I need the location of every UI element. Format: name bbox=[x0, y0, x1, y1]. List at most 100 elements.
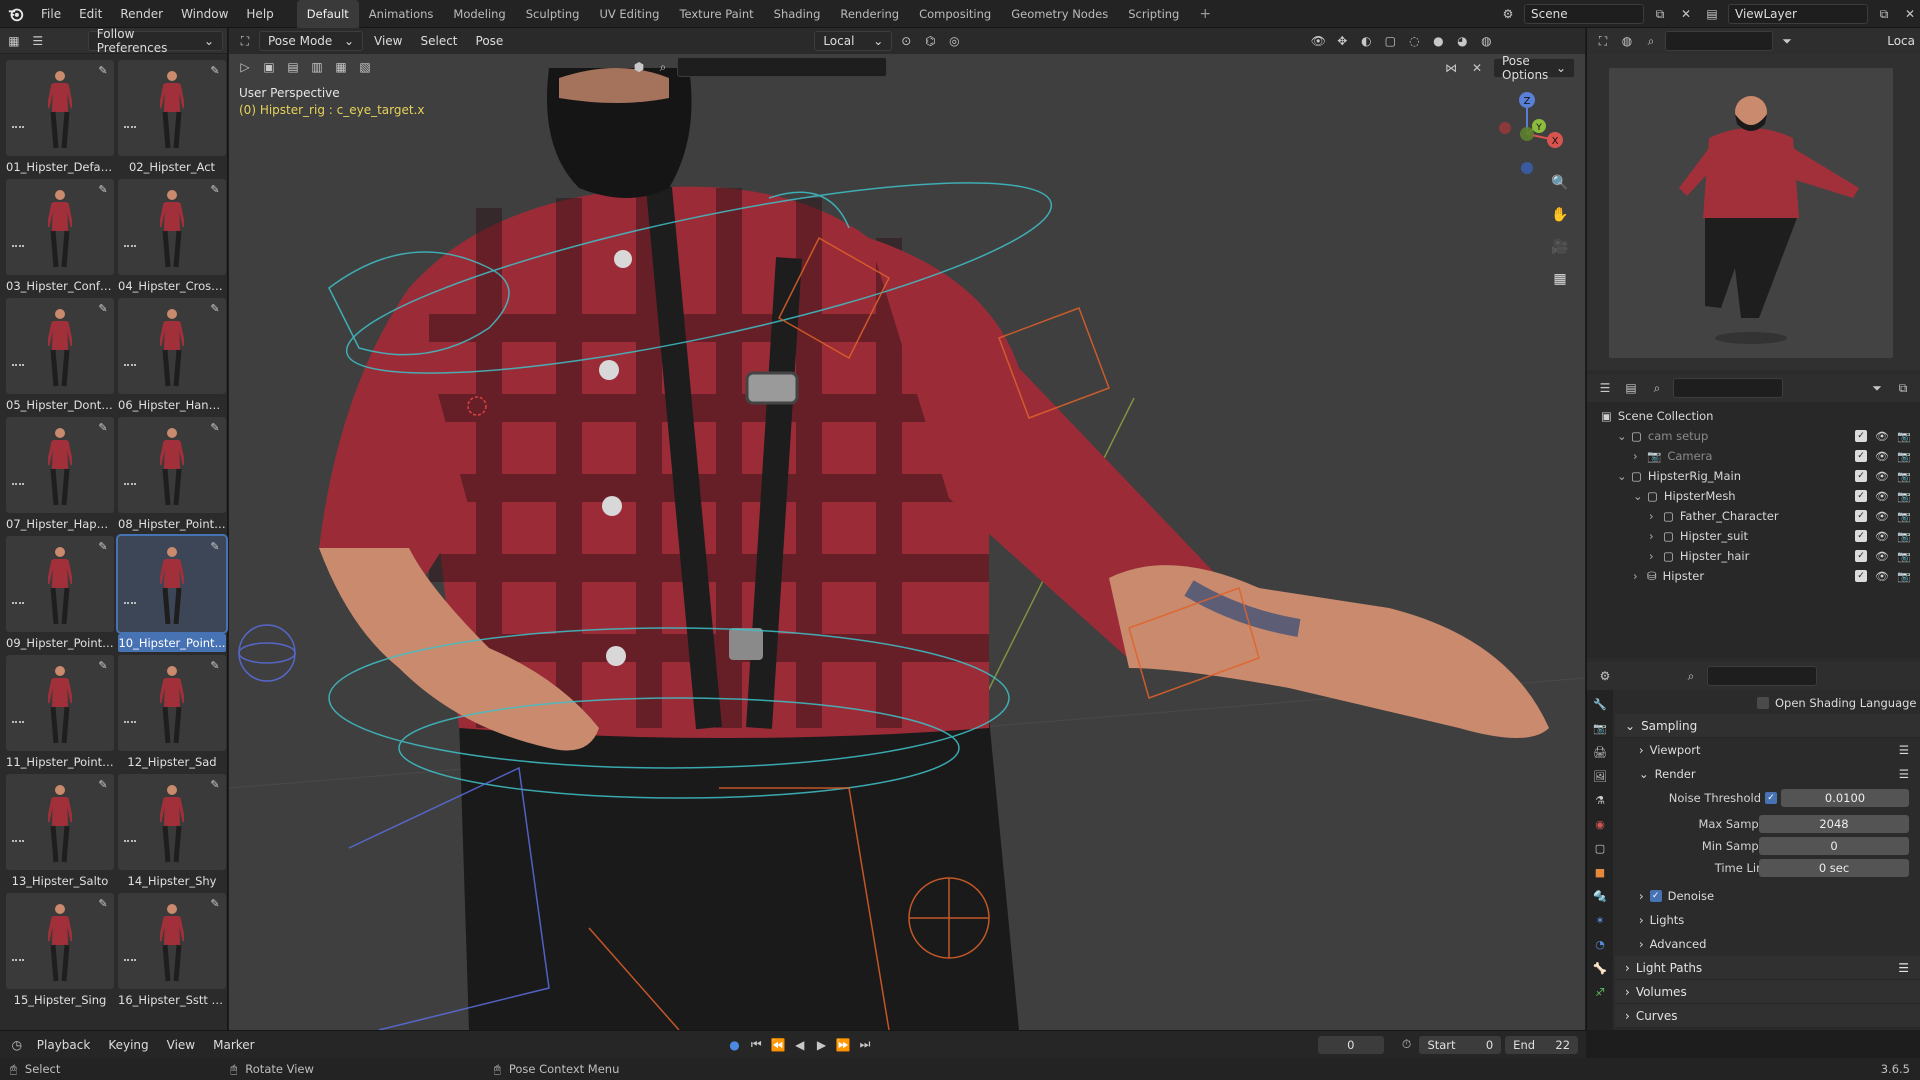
add-workspace-button[interactable]: + bbox=[1189, 0, 1221, 28]
tab-uv-editing[interactable]: UV Editing bbox=[589, 0, 669, 28]
menu-pose[interactable]: Pose bbox=[469, 30, 511, 52]
start-frame-field[interactable]: Start 0 bbox=[1419, 1035, 1502, 1054]
visibility-icon[interactable]: 👁 bbox=[1308, 31, 1328, 51]
new-view-layer-icon[interactable]: ⧉ bbox=[1874, 4, 1894, 24]
disclosure-triangle-icon[interactable]: › bbox=[1633, 449, 1647, 463]
filter-icon[interactable]: ⬢ bbox=[629, 57, 649, 77]
select-invert-icon[interactable]: ▦ bbox=[331, 57, 351, 77]
select-box-icon[interactable]: ▣ bbox=[259, 57, 279, 77]
solid-shading-icon[interactable]: ● bbox=[1428, 31, 1448, 51]
eye-icon[interactable]: 👁 bbox=[1875, 570, 1889, 583]
new-scene-icon[interactable]: ⧉ bbox=[1650, 4, 1670, 24]
data-tab-icon[interactable]: ♐ bbox=[1591, 984, 1609, 1002]
view-layer-tab-icon[interactable]: 🖼 bbox=[1591, 768, 1609, 786]
tab-sculpting[interactable]: Sculpting bbox=[516, 0, 590, 28]
exclude-checkbox[interactable]: ✓ bbox=[1855, 489, 1867, 502]
filter-icon[interactable]: ⏷ bbox=[1867, 378, 1887, 398]
viewport-scene[interactable] bbox=[229, 28, 1585, 1030]
sampling-section[interactable]: ⌄ Sampling bbox=[1615, 714, 1920, 738]
camera-view-icon[interactable]: 🎥 bbox=[1547, 234, 1573, 260]
object-tab-icon[interactable]: ■ bbox=[1591, 864, 1609, 882]
asset-thumbnail[interactable]: ✎ 15_Hipster_Sing bbox=[6, 893, 114, 1009]
exclude-checkbox[interactable]: ✓ bbox=[1855, 429, 1867, 442]
edit-pencil-icon[interactable]: ✎ bbox=[96, 64, 110, 78]
pivot-icon[interactable]: ⊙ bbox=[896, 31, 916, 51]
collection-tab-icon[interactable]: ▢ bbox=[1591, 840, 1609, 858]
asset-thumbnail[interactable]: ✎ 03_Hipster_Confu... bbox=[6, 179, 114, 295]
asset-thumbnail[interactable]: ✎ 13_Hipster_Salto bbox=[6, 774, 114, 890]
asset-thumbnail[interactable]: ✎ 02_Hipster_Act bbox=[118, 60, 226, 176]
eye-icon[interactable]: 👁 bbox=[1875, 430, 1889, 443]
volumes-section[interactable]: › Volumes bbox=[1615, 980, 1920, 1004]
current-frame-field[interactable]: 0 bbox=[1317, 1035, 1384, 1054]
asset-thumbnail[interactable]: ✎ 05_Hipster_Dont ... bbox=[6, 298, 114, 414]
remove-scene-icon[interactable]: ✕ bbox=[1676, 4, 1696, 24]
exclude-checkbox[interactable]: ✓ bbox=[1855, 509, 1867, 522]
editor-type-icon[interactable]: ⛶ bbox=[235, 31, 255, 51]
editor-type-icon[interactable]: ▦ bbox=[4, 31, 24, 51]
disclosure-triangle-icon[interactable]: › bbox=[1649, 549, 1663, 563]
exclude-checkbox[interactable]: ✓ bbox=[1855, 569, 1867, 582]
time-limit-field[interactable]: 0 sec bbox=[1759, 859, 1909, 877]
ortho-grid-icon[interactable]: ▦ bbox=[1547, 266, 1573, 292]
menu-file[interactable]: File bbox=[32, 0, 70, 28]
edit-pencil-icon[interactable]: ✎ bbox=[208, 64, 222, 78]
asset-thumbnail[interactable]: ✎ 01_Hipster_Default bbox=[6, 60, 114, 176]
tab-rendering[interactable]: Rendering bbox=[830, 0, 909, 28]
search-icon[interactable]: ⌕ bbox=[1641, 31, 1661, 51]
menu-render[interactable]: Render bbox=[111, 0, 172, 28]
camera-render-icon[interactable]: 📷 bbox=[1897, 510, 1911, 523]
menu-help[interactable]: Help bbox=[237, 0, 282, 28]
lights-subsection[interactable]: › Lights bbox=[1615, 908, 1920, 932]
select-subtract-icon[interactable]: ▥ bbox=[307, 57, 327, 77]
disclosure-triangle-icon[interactable]: › bbox=[1649, 529, 1663, 543]
min-samples-field[interactable]: 0 bbox=[1759, 837, 1909, 855]
disclosure-triangle-icon[interactable]: ⌄ bbox=[1617, 469, 1631, 483]
menu-keying[interactable]: Keying bbox=[101, 1034, 155, 1056]
clock-icon[interactable]: ⏱ bbox=[1398, 1035, 1416, 1055]
view-layer-icon[interactable]: ▤ bbox=[1702, 4, 1722, 24]
render-subsection[interactable]: ⌄ Render ☰ bbox=[1615, 762, 1920, 786]
eye-icon[interactable]: 👁 bbox=[1875, 490, 1889, 503]
asset-thumbnail[interactable]: ✎ 07_Hipster_Happ... bbox=[6, 417, 114, 533]
bone-tab-icon[interactable]: 🦴 bbox=[1591, 960, 1609, 978]
asset-thumbnail[interactable]: ✎ 16_Hipster_Sstt 01 bbox=[118, 893, 226, 1009]
editor-type-icon[interactable]: ⚙ bbox=[1595, 666, 1615, 686]
gizmo-icon[interactable]: ✥ bbox=[1332, 31, 1352, 51]
editor-type-icon[interactable]: ◷ bbox=[8, 1035, 26, 1055]
material-shading-icon[interactable]: ◕ bbox=[1452, 31, 1472, 51]
particles-tab-icon[interactable]: ✶ bbox=[1591, 912, 1609, 930]
disclosure-triangle-icon[interactable]: ⌄ bbox=[1633, 489, 1647, 503]
light-paths-section[interactable]: › Light Paths ☰ bbox=[1615, 956, 1920, 980]
eye-icon[interactable]: 👁 bbox=[1875, 530, 1889, 543]
noise-threshold-field[interactable]: 0.0100 bbox=[1781, 789, 1909, 807]
world-tab-icon[interactable]: ◉ bbox=[1591, 816, 1609, 834]
menu-playback[interactable]: Playback bbox=[30, 1034, 98, 1056]
mode-dropdown[interactable]: Pose Mode ⌄ bbox=[259, 31, 363, 51]
list-icon[interactable]: ☰ bbox=[1898, 961, 1909, 975]
sphere-icon[interactable]: ◍ bbox=[1617, 31, 1637, 51]
list-icon[interactable]: ☰ bbox=[1899, 767, 1909, 781]
record-icon[interactable]: ● bbox=[726, 1035, 744, 1055]
menu-timeline-view[interactable]: View bbox=[160, 1034, 202, 1056]
menu-marker[interactable]: Marker bbox=[206, 1034, 261, 1056]
next-keyframe-icon[interactable]: ⏩ bbox=[834, 1035, 852, 1055]
output-tab-icon[interactable]: 🖨 bbox=[1591, 744, 1609, 762]
tab-modeling[interactable]: Modeling bbox=[443, 0, 515, 28]
max-samples-field[interactable]: 2048 bbox=[1759, 815, 1909, 833]
exclude-checkbox[interactable]: ✓ bbox=[1855, 449, 1867, 462]
tab-texture-paint[interactable]: Texture Paint bbox=[669, 0, 763, 28]
physics-tab-icon[interactable]: ◔ bbox=[1591, 936, 1609, 954]
remove-view-layer-icon[interactable]: ✕ bbox=[1900, 4, 1920, 24]
noise-threshold-checkbox[interactable]: ✓ bbox=[1765, 792, 1777, 804]
pose-options-dropdown[interactable]: Pose Options ⌄ bbox=[1493, 54, 1575, 82]
outliner-search-input[interactable] bbox=[1673, 378, 1783, 398]
outliner-row[interactable]: › 📷 Camera ✓ 👁 📷 bbox=[1587, 446, 1920, 466]
camera-render-icon[interactable]: 📷 bbox=[1897, 550, 1911, 563]
outliner-row[interactable]: › ▢ Hipster_suit ✓ 👁 📷 bbox=[1587, 526, 1920, 546]
asset-thumbnail[interactable]: ✎ 04_Hipster_Cross... bbox=[118, 179, 226, 295]
asset-thumbnail[interactable]: ✎ 06_Hipster_Hand... bbox=[118, 298, 226, 414]
play-icon[interactable]: ▶ bbox=[813, 1035, 831, 1055]
new-collection-icon[interactable]: ⧉ bbox=[1893, 378, 1913, 398]
edit-pencil-icon[interactable]: ✎ bbox=[96, 540, 110, 554]
